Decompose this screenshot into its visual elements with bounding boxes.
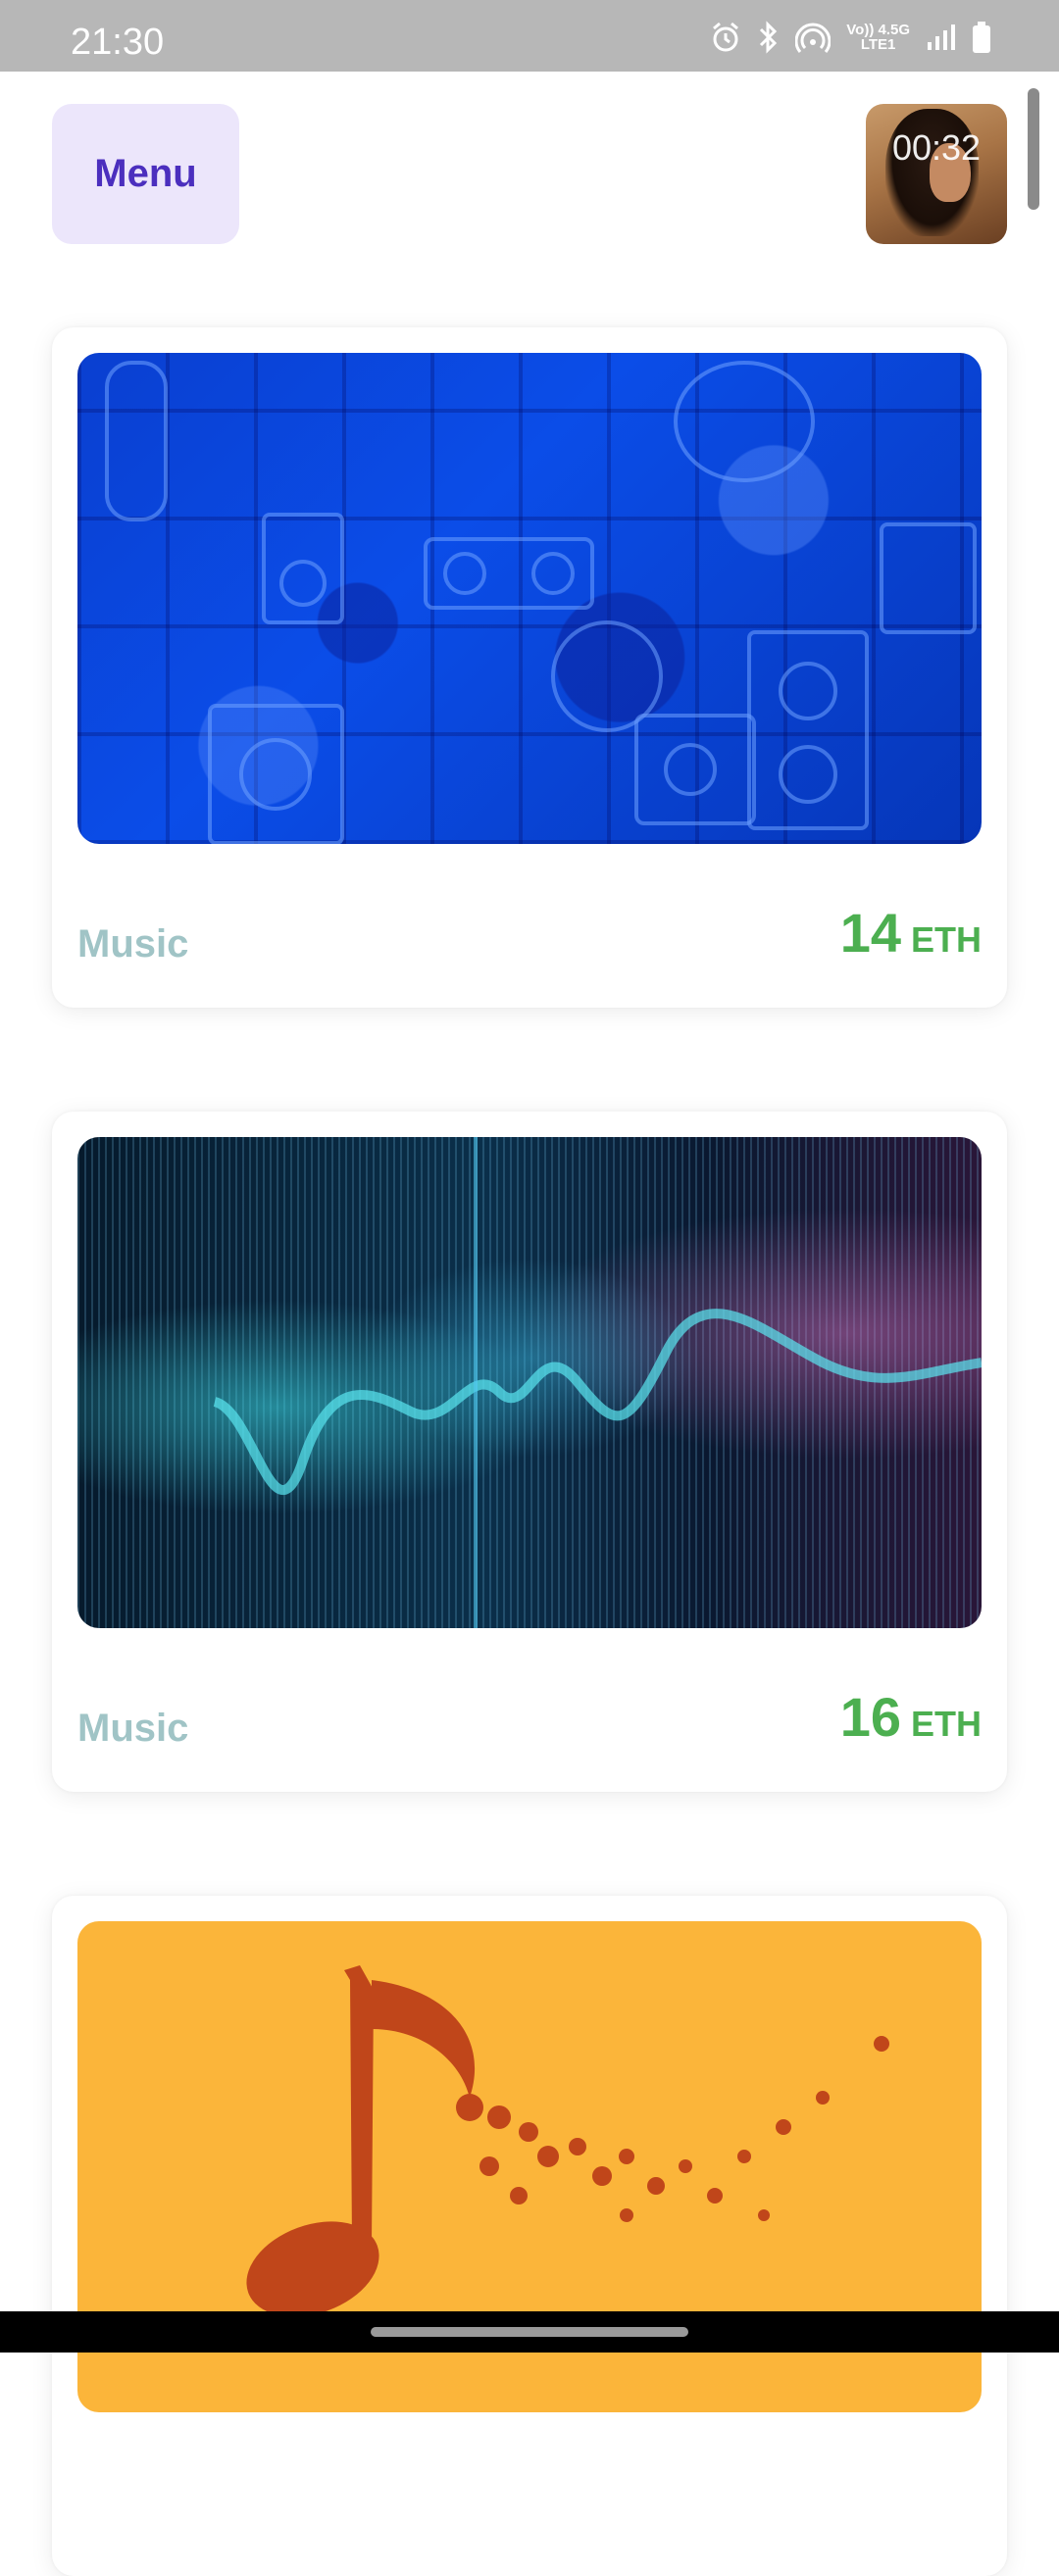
nft-card[interactable] [52,1896,1007,2576]
price-value: 16 [839,1686,901,1748]
navigation-bar [0,2311,1059,2353]
sound-wave-illustration [213,1137,982,1628]
card-price: 14 ETH [840,901,982,965]
card-image[interactable] [77,1137,982,1628]
card-price: 16 ETH [840,1685,982,1749]
status-time: 21:30 [71,22,165,63]
price-unit: ETH [911,919,982,960]
card-category: Music [77,1707,189,1750]
home-indicator[interactable] [371,2327,688,2337]
battery-icon [973,22,990,53]
status-icons: Vo)) 4.5G LTE1 [711,18,992,57]
nft-card[interactable]: Music 16 ETH [52,1112,1007,1792]
alarm-icon [713,22,739,52]
price-unit: ETH [911,1704,982,1744]
network-bottom-label: LTE1 [860,36,896,53]
floating-video-thumbnail[interactable]: 00:32 [866,104,1007,244]
card-image[interactable] [77,353,982,844]
signal-icon [928,25,955,50]
network-indicator: Vo)) 4.5G LTE1 [846,23,910,52]
status-bar: 21:30 Vo)) 4.5G LTE1 [0,0,1059,72]
nft-card[interactable]: Music 14 ETH [52,327,1007,1008]
hotspot-icon [795,23,832,53]
bluetooth-icon [760,21,778,54]
network-top-label: Vo)) 4.5G [846,22,910,38]
card-category: Music [77,922,189,966]
scrollbar[interactable] [1028,88,1039,210]
price-value: 14 [839,902,901,964]
instruments-illustration [105,361,977,844]
menu-button[interactable]: Menu [52,104,239,244]
video-timer: 00:32 [891,127,982,168]
